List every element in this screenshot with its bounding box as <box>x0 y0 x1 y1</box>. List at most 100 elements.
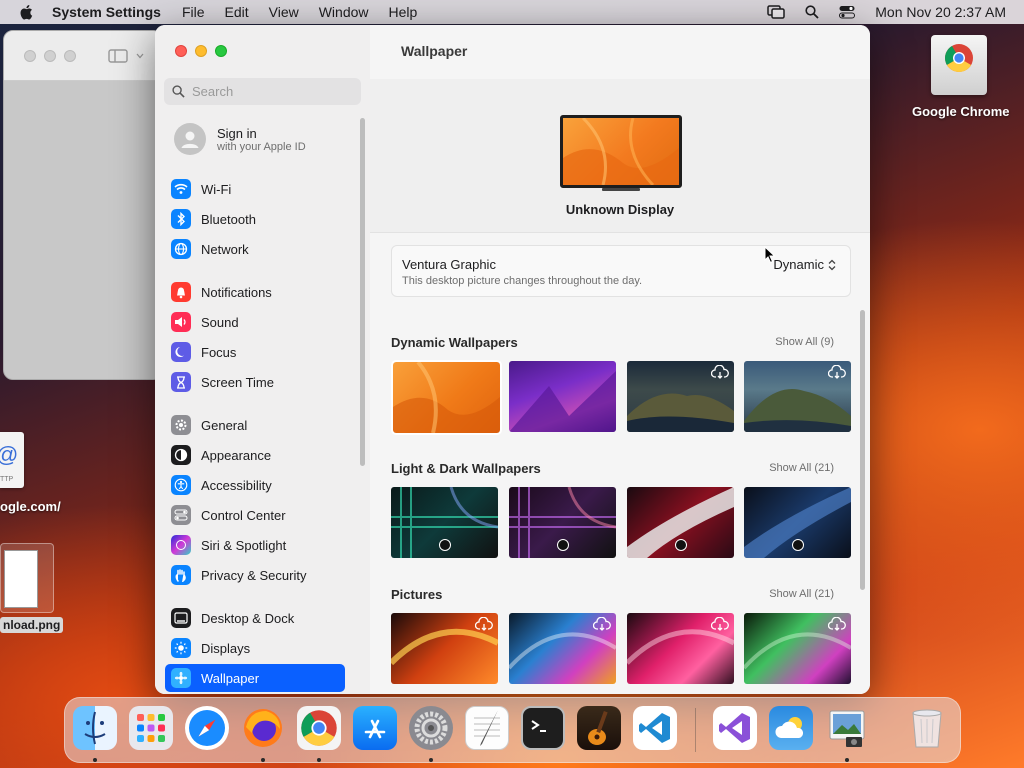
bg-window-zoom[interactable] <box>64 49 76 62</box>
show-all-dynamic-button[interactable]: Show All (9) <box>775 336 834 348</box>
wallpaper-thumb-macbook-purple[interactable] <box>509 487 616 558</box>
menu-help[interactable]: Help <box>389 4 418 20</box>
guitar-icon <box>588 710 608 745</box>
sidebar-item-screen-time[interactable]: Screen Time <box>165 368 345 396</box>
sidebar-item-label: Accessibility <box>201 477 272 493</box>
sidebar-item-bluetooth[interactable]: Bluetooth <box>165 205 345 233</box>
menu-app-name[interactable]: System Settings <box>52 4 161 20</box>
dock-safari[interactable] <box>185 706 229 750</box>
dock-preview[interactable] <box>825 706 869 750</box>
display-name: Unknown Display <box>565 202 675 217</box>
sidebar-toggle-icon[interactable] <box>108 48 128 63</box>
sun-icon <box>171 638 191 658</box>
window-minimize-button[interactable] <box>195 45 207 57</box>
menu-window[interactable]: Window <box>319 4 369 20</box>
wallpaper-thumb-pictures-multicolor[interactable] <box>509 613 616 684</box>
sidebar-item-label: Screen Time <box>201 374 274 390</box>
sidebar-item-accessibility[interactable]: Accessibility <box>165 471 345 499</box>
sidebar-item-privacy-security[interactable]: Privacy & Security <box>165 561 345 589</box>
bg-window-close[interactable] <box>24 49 36 62</box>
url-file-icon[interactable]: @ TTP <box>0 432 24 488</box>
wallpaper-mode-select[interactable]: Dynamic <box>773 257 836 272</box>
wallpaper-list-scrollbar[interactable] <box>860 310 865 590</box>
sidebar-search-field[interactable]: Search <box>164 78 361 105</box>
dock-garageband[interactable] <box>577 706 621 750</box>
sidebar-item-label: Wallpaper <box>201 670 260 686</box>
sidebar-item-displays[interactable]: Displays <box>165 634 345 662</box>
menu-file[interactable]: File <box>182 4 205 20</box>
cloud-download-icon[interactable] <box>475 617 493 631</box>
dock-vscode[interactable] <box>633 706 677 750</box>
dock-launchpad[interactable] <box>129 706 173 750</box>
sidebar-item-focus[interactable]: Focus <box>165 338 345 366</box>
cloud-download-icon[interactable] <box>711 365 729 379</box>
dock-app-store[interactable] <box>353 706 397 750</box>
dock-textedit[interactable] <box>465 706 509 750</box>
url-file-label[interactable]: ogle.com/ <box>0 499 61 514</box>
dock-visual-studio[interactable] <box>713 706 757 750</box>
wallpaper-thumb-catalina-coast[interactable] <box>627 361 734 432</box>
sidebar-item-general[interactable]: General <box>165 411 345 439</box>
bg-window-minimize[interactable] <box>44 49 56 62</box>
dock-system-settings[interactable] <box>409 706 453 750</box>
sidebar-item-control-center[interactable]: Control Center <box>165 501 345 529</box>
png-file-icon[interactable] <box>0 543 54 613</box>
menu-view[interactable]: View <box>269 4 299 20</box>
dock-terminal[interactable] <box>521 706 565 750</box>
apple-id-signin[interactable]: Sign in with your Apple ID <box>174 123 306 155</box>
sidebar-item-wifi[interactable]: Wi-Fi <box>165 175 345 203</box>
light-dark-mode-icon <box>675 539 687 551</box>
chrome-desktop-label[interactable]: Google Chrome <box>912 104 1010 119</box>
appearance-icon <box>171 445 191 465</box>
cloud-download-icon[interactable] <box>593 617 611 631</box>
dock-weather[interactable] <box>769 706 813 750</box>
background-finder-window[interactable] <box>3 30 163 380</box>
dock-firefox[interactable] <box>241 706 285 750</box>
control-center-icon[interactable] <box>839 5 856 19</box>
sidebar-scrollbar[interactable] <box>360 118 365 466</box>
screen-mirroring-icon[interactable] <box>767 5 785 19</box>
wallpaper-thumb-monterey-purple[interactable] <box>509 361 616 432</box>
wallpaper-pane: Wallpaper Unknown Display Ventura Graphi… <box>370 25 870 694</box>
sidebar-item-appearance[interactable]: Appearance <box>165 441 345 469</box>
wallpaper-thumb-pictures-orange[interactable] <box>391 613 498 684</box>
textedit-pen-icon <box>474 710 500 746</box>
system-settings-window: Search Sign in with your Apple ID Wi-Fi … <box>155 25 870 694</box>
dock-trash[interactable] <box>905 706 949 750</box>
show-all-pictures-button[interactable]: Show All (21) <box>769 588 834 600</box>
accessibility-icon <box>171 475 191 495</box>
png-file-label[interactable]: nload.png <box>0 617 64 633</box>
window-zoom-button[interactable] <box>215 45 227 57</box>
wallpaper-thumb-pictures-green[interactable] <box>744 613 851 684</box>
dock-finder[interactable] <box>73 706 117 750</box>
wallpaper-thumb-pictures-pink[interactable] <box>627 613 734 684</box>
wallpaper-thumb-red-curve[interactable] <box>627 487 734 558</box>
sidebar-item-network[interactable]: Network <box>165 235 345 263</box>
menu-clock[interactable]: Mon Nov 20 2:37 AM <box>875 4 1006 20</box>
light-dark-mode-icon <box>557 539 569 551</box>
show-all-light-dark-button[interactable]: Show All (21) <box>769 462 834 474</box>
spotlight-search-icon[interactable] <box>805 5 819 19</box>
running-indicator <box>93 758 97 762</box>
sidebar-item-siri-spotlight[interactable]: Siri & Spotlight <box>165 531 345 559</box>
chevron-down-icon[interactable] <box>136 53 144 59</box>
window-close-button[interactable] <box>175 45 187 57</box>
cloud-download-icon[interactable] <box>828 617 846 631</box>
wallpaper-thumb-macbook-green[interactable] <box>391 487 498 558</box>
dock-chrome[interactable] <box>297 706 341 750</box>
apple-menu-icon[interactable] <box>18 3 36 21</box>
sidebar-item-sound[interactable]: Sound <box>165 308 345 336</box>
wallpaper-thumb-ventura-graphic[interactable] <box>391 360 502 435</box>
wifi-icon <box>171 179 191 199</box>
gear-icon <box>171 415 191 435</box>
sidebar-item-wallpaper[interactable]: Wallpaper <box>165 664 345 692</box>
sidebar-item-notifications[interactable]: Notifications <box>165 278 345 306</box>
wallpaper-thumb-catalina-island[interactable] <box>744 361 851 432</box>
wallpaper-thumb-blue-curve[interactable] <box>744 487 851 558</box>
cloud-download-icon[interactable] <box>828 365 846 379</box>
chrome-desktop-icon[interactable] <box>931 35 987 95</box>
cloud-download-icon[interactable] <box>711 617 729 631</box>
sidebar-item-desktop-dock[interactable]: Desktop & Dock <box>165 604 345 632</box>
menu-edit[interactable]: Edit <box>225 4 249 20</box>
vscode-logo-icon <box>639 713 670 743</box>
